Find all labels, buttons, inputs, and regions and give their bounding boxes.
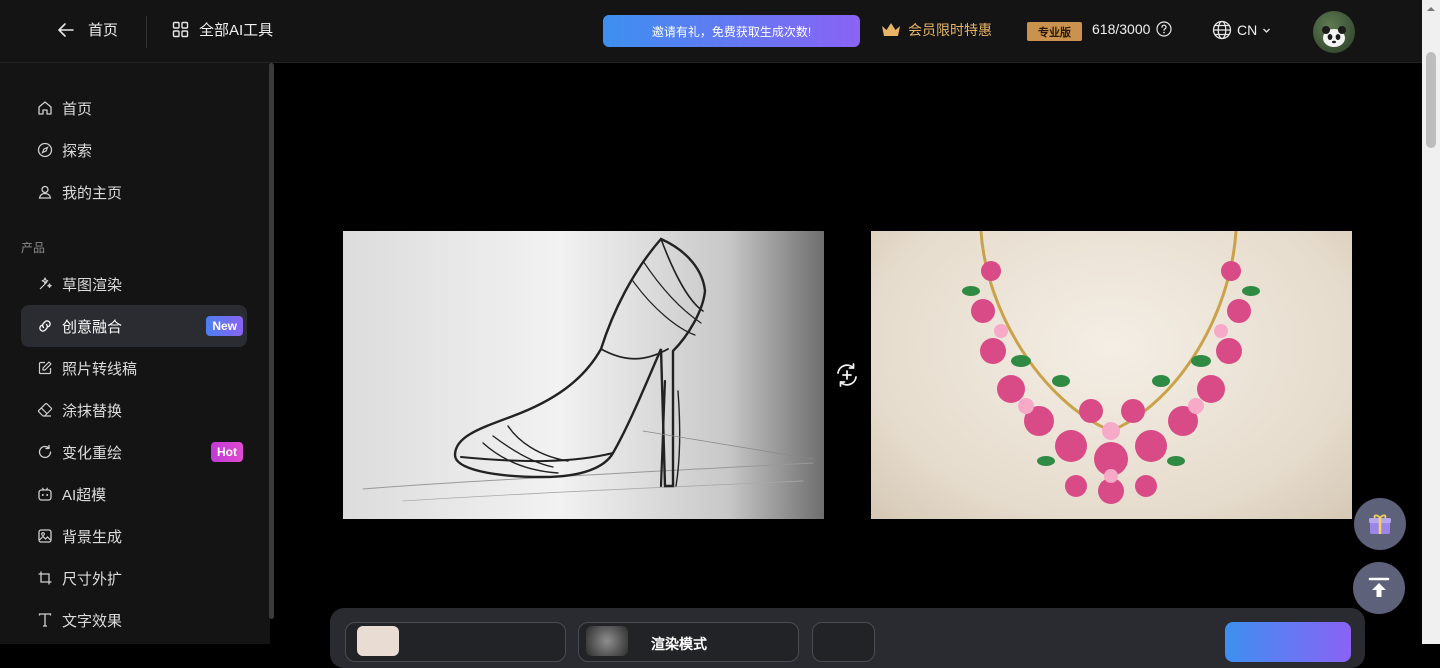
vip-offer-label: 会员限时特惠 <box>908 22 992 38</box>
sidebar-item-text-effect[interactable]: 文字效果 <box>21 599 247 641</box>
all-tools-label: 全部AI工具 <box>199 22 274 39</box>
header-divider <box>146 16 147 48</box>
crop-icon <box>38 571 52 585</box>
grid-icon <box>172 21 189 38</box>
credits-value: 618/3000 <box>1092 21 1151 37</box>
magic-wand-icon <box>39 277 52 290</box>
arrow-up-to-top-icon <box>1368 577 1390 597</box>
sketch-image[interactable] <box>343 231 824 519</box>
reference-image[interactable] <box>871 231 1352 519</box>
sidebar-item-explore[interactable]: 探索 <box>21 129 247 171</box>
sidebar-item-label: 我的主页 <box>62 184 123 202</box>
high-heel-sketch-illustration <box>362 237 814 502</box>
page-scrollbar-thumb[interactable] <box>1426 52 1436 148</box>
home-icon <box>38 101 52 115</box>
chevron-down-icon <box>1263 28 1271 33</box>
sidebar-item-label: 变化重绘 <box>62 444 123 462</box>
credits-counter: 618/3000 <box>1092 21 1173 37</box>
generate-button[interactable] <box>1225 622 1351 662</box>
sidebar-item-label: 创意融合 <box>62 318 123 336</box>
eraser-icon <box>37 402 53 417</box>
sidebar-item-home[interactable]: 首页 <box>21 87 247 129</box>
swap-images-button[interactable] <box>833 361 861 389</box>
image-icon <box>38 529 52 543</box>
all-tools-button[interactable]: 全部AI工具 <box>172 19 273 40</box>
options-slot[interactable] <box>812 622 875 662</box>
render-mode-label: 渲染模式 <box>651 636 707 652</box>
back-home-button[interactable]: 首页 <box>56 19 118 40</box>
sidebar-item-label: 首页 <box>62 100 93 118</box>
user-icon <box>38 185 52 199</box>
scroll-up-arrow-icon[interactable] <box>1426 4 1436 14</box>
crown-icon <box>882 23 900 36</box>
robot-icon <box>38 487 52 501</box>
language-label: CN <box>1237 22 1258 38</box>
sketch-thumbnail <box>357 626 399 656</box>
compass-icon <box>37 142 53 158</box>
sidebar-item-label: 涂抹替换 <box>62 402 123 420</box>
edit-icon <box>38 361 52 375</box>
sidebar-item-label: AI超模 <box>62 486 107 504</box>
hot-badge: Hot <box>211 442 243 462</box>
swap-refresh-icon <box>837 363 857 387</box>
sidebar-item-ai-model[interactable]: AI超模 <box>21 473 247 515</box>
sidebar-section-label: 产品 <box>21 241 46 255</box>
flower-necklace-illustration <box>962 231 1260 504</box>
user-avatar[interactable] <box>1313 11 1355 53</box>
arrow-left-icon <box>58 22 74 37</box>
sidebar-item-label: 尺寸外扩 <box>62 570 123 588</box>
render-mode-thumbnail <box>586 626 628 656</box>
sidebar-item-label: 照片转线稿 <box>62 360 138 378</box>
sidebar-item-sketch-render[interactable]: 草图渲染 <box>21 263 247 305</box>
sidebar-item-background-generate[interactable]: 背景生成 <box>21 515 247 557</box>
refresh-icon <box>38 444 52 459</box>
vip-offer-link[interactable]: 会员限时特惠 <box>880 20 992 40</box>
invite-banner-button[interactable]: 邀请有礼，免费获取生成次数! <box>603 15 860 47</box>
sidebar-item-variation-redraw[interactable]: 变化重绘 Hot <box>21 431 247 473</box>
sidebar-item-smear-replace[interactable]: 涂抹替换 <box>21 389 247 431</box>
language-selector[interactable]: CN <box>1212 20 1271 40</box>
top-bar: 首页 全部AI工具 邀请有礼，免费获取生成次数! 会员限时特惠 专业版 618/… <box>0 0 1422 63</box>
sidebar-item-label: 背景生成 <box>62 528 123 546</box>
back-home-label: 首页 <box>88 22 119 39</box>
sidebar-item-outpaint[interactable]: 尺寸外扩 <box>21 557 247 599</box>
sidebar-item-label: 文字效果 <box>62 612 123 630</box>
sidebar-item-label: 探索 <box>62 142 93 160</box>
plan-badge: 专业版 <box>1027 22 1082 41</box>
back-to-top-button[interactable] <box>1353 562 1405 614</box>
panda-avatar-icon <box>1322 26 1346 47</box>
sidebar-item-my-profile[interactable]: 我的主页 <box>21 171 247 213</box>
text-icon <box>38 613 52 627</box>
sidebar-item-creative-fusion[interactable]: 创意融合 New <box>21 305 247 347</box>
gift-icon <box>1369 514 1391 534</box>
new-badge: New <box>206 316 243 336</box>
help-icon[interactable] <box>1156 21 1173 37</box>
gift-button[interactable] <box>1354 498 1406 550</box>
globe-icon <box>1212 20 1232 40</box>
sidebar-item-label: 草图渲染 <box>62 276 123 294</box>
sidebar-item-photo-to-lineart[interactable]: 照片转线稿 <box>21 347 247 389</box>
link-icon <box>39 320 51 332</box>
